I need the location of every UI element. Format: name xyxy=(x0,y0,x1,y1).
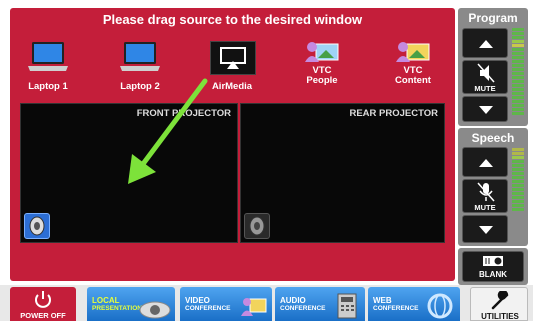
web-conference-tab[interactable]: WEB CONFERENCE xyxy=(368,287,460,321)
speaker-icon[interactable] xyxy=(244,213,270,239)
source-bar: Laptop 1 Laptop 2 AirMedia VTC People VT… xyxy=(10,38,455,98)
speech-level-meter xyxy=(512,148,524,212)
audio-conference-tab[interactable]: AUDIO CONFERENCE xyxy=(275,287,365,321)
globe-icon xyxy=(427,293,453,319)
program-volume-down-button[interactable] xyxy=(462,96,508,122)
display-windows: FRONT PROJECTOR REAR PROJECTOR xyxy=(20,103,445,243)
arrow-down-icon xyxy=(479,106,493,114)
power-off-button[interactable]: POWER OFF xyxy=(10,287,76,321)
source-vtc-content[interactable]: VTC Content xyxy=(377,38,449,98)
audio-controls: Program MUTE Speech MUTE BLANK xyxy=(458,8,528,285)
program-volume-up-button[interactable] xyxy=(462,28,508,58)
window-label: REAR PROJECTOR xyxy=(349,108,438,119)
bottom-nav: POWER OFF LOCAL PRESENTATION VIDEO CONFE… xyxy=(0,285,533,321)
projector-icon xyxy=(483,256,503,266)
source-label: Laptop 1 xyxy=(28,81,68,92)
page-title: Please drag source to the desired window xyxy=(102,12,363,27)
window-rear-projector[interactable]: REAR PROJECTOR xyxy=(240,103,445,243)
airmedia-icon xyxy=(210,41,256,75)
wrench-icon xyxy=(491,291,509,310)
speech-title: Speech xyxy=(471,131,515,145)
arrow-up-icon xyxy=(479,159,493,167)
speaker-icon[interactable] xyxy=(24,213,50,239)
speech-volume-down-button[interactable] xyxy=(462,215,508,243)
source-vtc-people[interactable]: VTC People xyxy=(286,38,358,98)
program-mute-button[interactable]: MUTE xyxy=(462,60,508,94)
people-icon xyxy=(241,298,267,316)
power-icon xyxy=(35,291,51,308)
laptop-icon xyxy=(120,42,160,71)
program-level-meter xyxy=(512,28,524,116)
program-panel: Program MUTE xyxy=(458,8,528,126)
source-label: VTC Content xyxy=(395,65,431,86)
projector-icon xyxy=(139,301,171,319)
video-conference-tab[interactable]: VIDEO CONFERENCE xyxy=(180,287,272,321)
main-panel: Please drag source to the desired window… xyxy=(10,8,455,281)
local-presentation-tab[interactable]: LOCAL PRESENTATION xyxy=(87,287,175,321)
blank-button[interactable]: BLANK xyxy=(462,251,524,282)
utilities-button[interactable]: UTILITIES xyxy=(470,287,528,321)
speaker-mute-icon xyxy=(477,63,495,83)
arrow-up-icon xyxy=(479,40,493,48)
drag-arrow-icon xyxy=(128,78,208,184)
source-laptop-1[interactable]: Laptop 1 xyxy=(12,38,84,98)
source-label: VTC People xyxy=(306,65,338,86)
speech-panel: Speech MUTE xyxy=(458,128,528,246)
microphone-mute-icon xyxy=(477,182,495,202)
program-title: Program xyxy=(468,11,518,25)
speech-mute-button[interactable]: MUTE xyxy=(462,179,508,213)
arrow-down-icon xyxy=(479,226,493,234)
phone-icon xyxy=(337,293,357,319)
speech-volume-up-button[interactable] xyxy=(462,147,508,177)
blank-panel: BLANK xyxy=(458,248,528,285)
people-icon xyxy=(305,42,339,62)
content-icon xyxy=(396,42,430,62)
laptop-icon xyxy=(28,42,68,71)
